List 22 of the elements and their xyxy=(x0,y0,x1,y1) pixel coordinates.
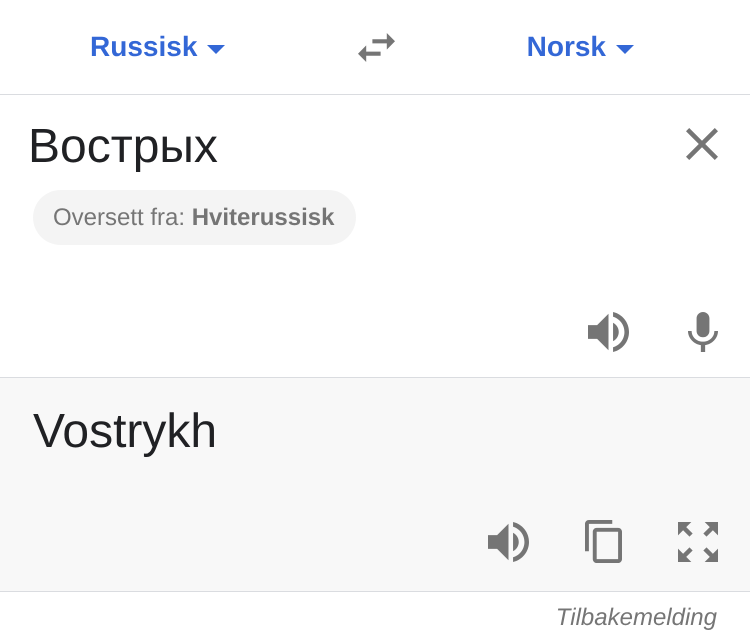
clear-button[interactable] xyxy=(686,128,718,160)
translation-text: Vostrykh xyxy=(33,404,218,460)
microphone-button[interactable] xyxy=(688,312,718,352)
fullscreen-icon xyxy=(678,522,718,562)
fullscreen-button[interactable] xyxy=(678,522,718,562)
feedback-link[interactable]: Tilbakemelding xyxy=(556,606,717,630)
caret-icon xyxy=(616,44,634,54)
close-icon xyxy=(686,128,718,160)
speaker-icon xyxy=(588,312,629,352)
microphone-icon xyxy=(688,312,718,352)
detected-language-chip[interactable]: Oversett fra: Hviterussisk xyxy=(33,190,356,245)
listen-button[interactable] xyxy=(488,522,529,562)
copy-icon xyxy=(585,520,622,563)
listen-button[interactable] xyxy=(588,312,629,352)
swap-icon xyxy=(358,32,395,62)
target-language-button[interactable]: Norsk xyxy=(526,33,634,61)
copy-button[interactable] xyxy=(585,520,622,563)
source-text-input[interactable]: Вострых xyxy=(28,119,218,175)
source-language-button[interactable]: Russisk xyxy=(90,33,226,61)
swap-languages-button[interactable] xyxy=(358,32,395,62)
speaker-icon xyxy=(488,522,529,562)
caret-icon xyxy=(207,44,226,54)
